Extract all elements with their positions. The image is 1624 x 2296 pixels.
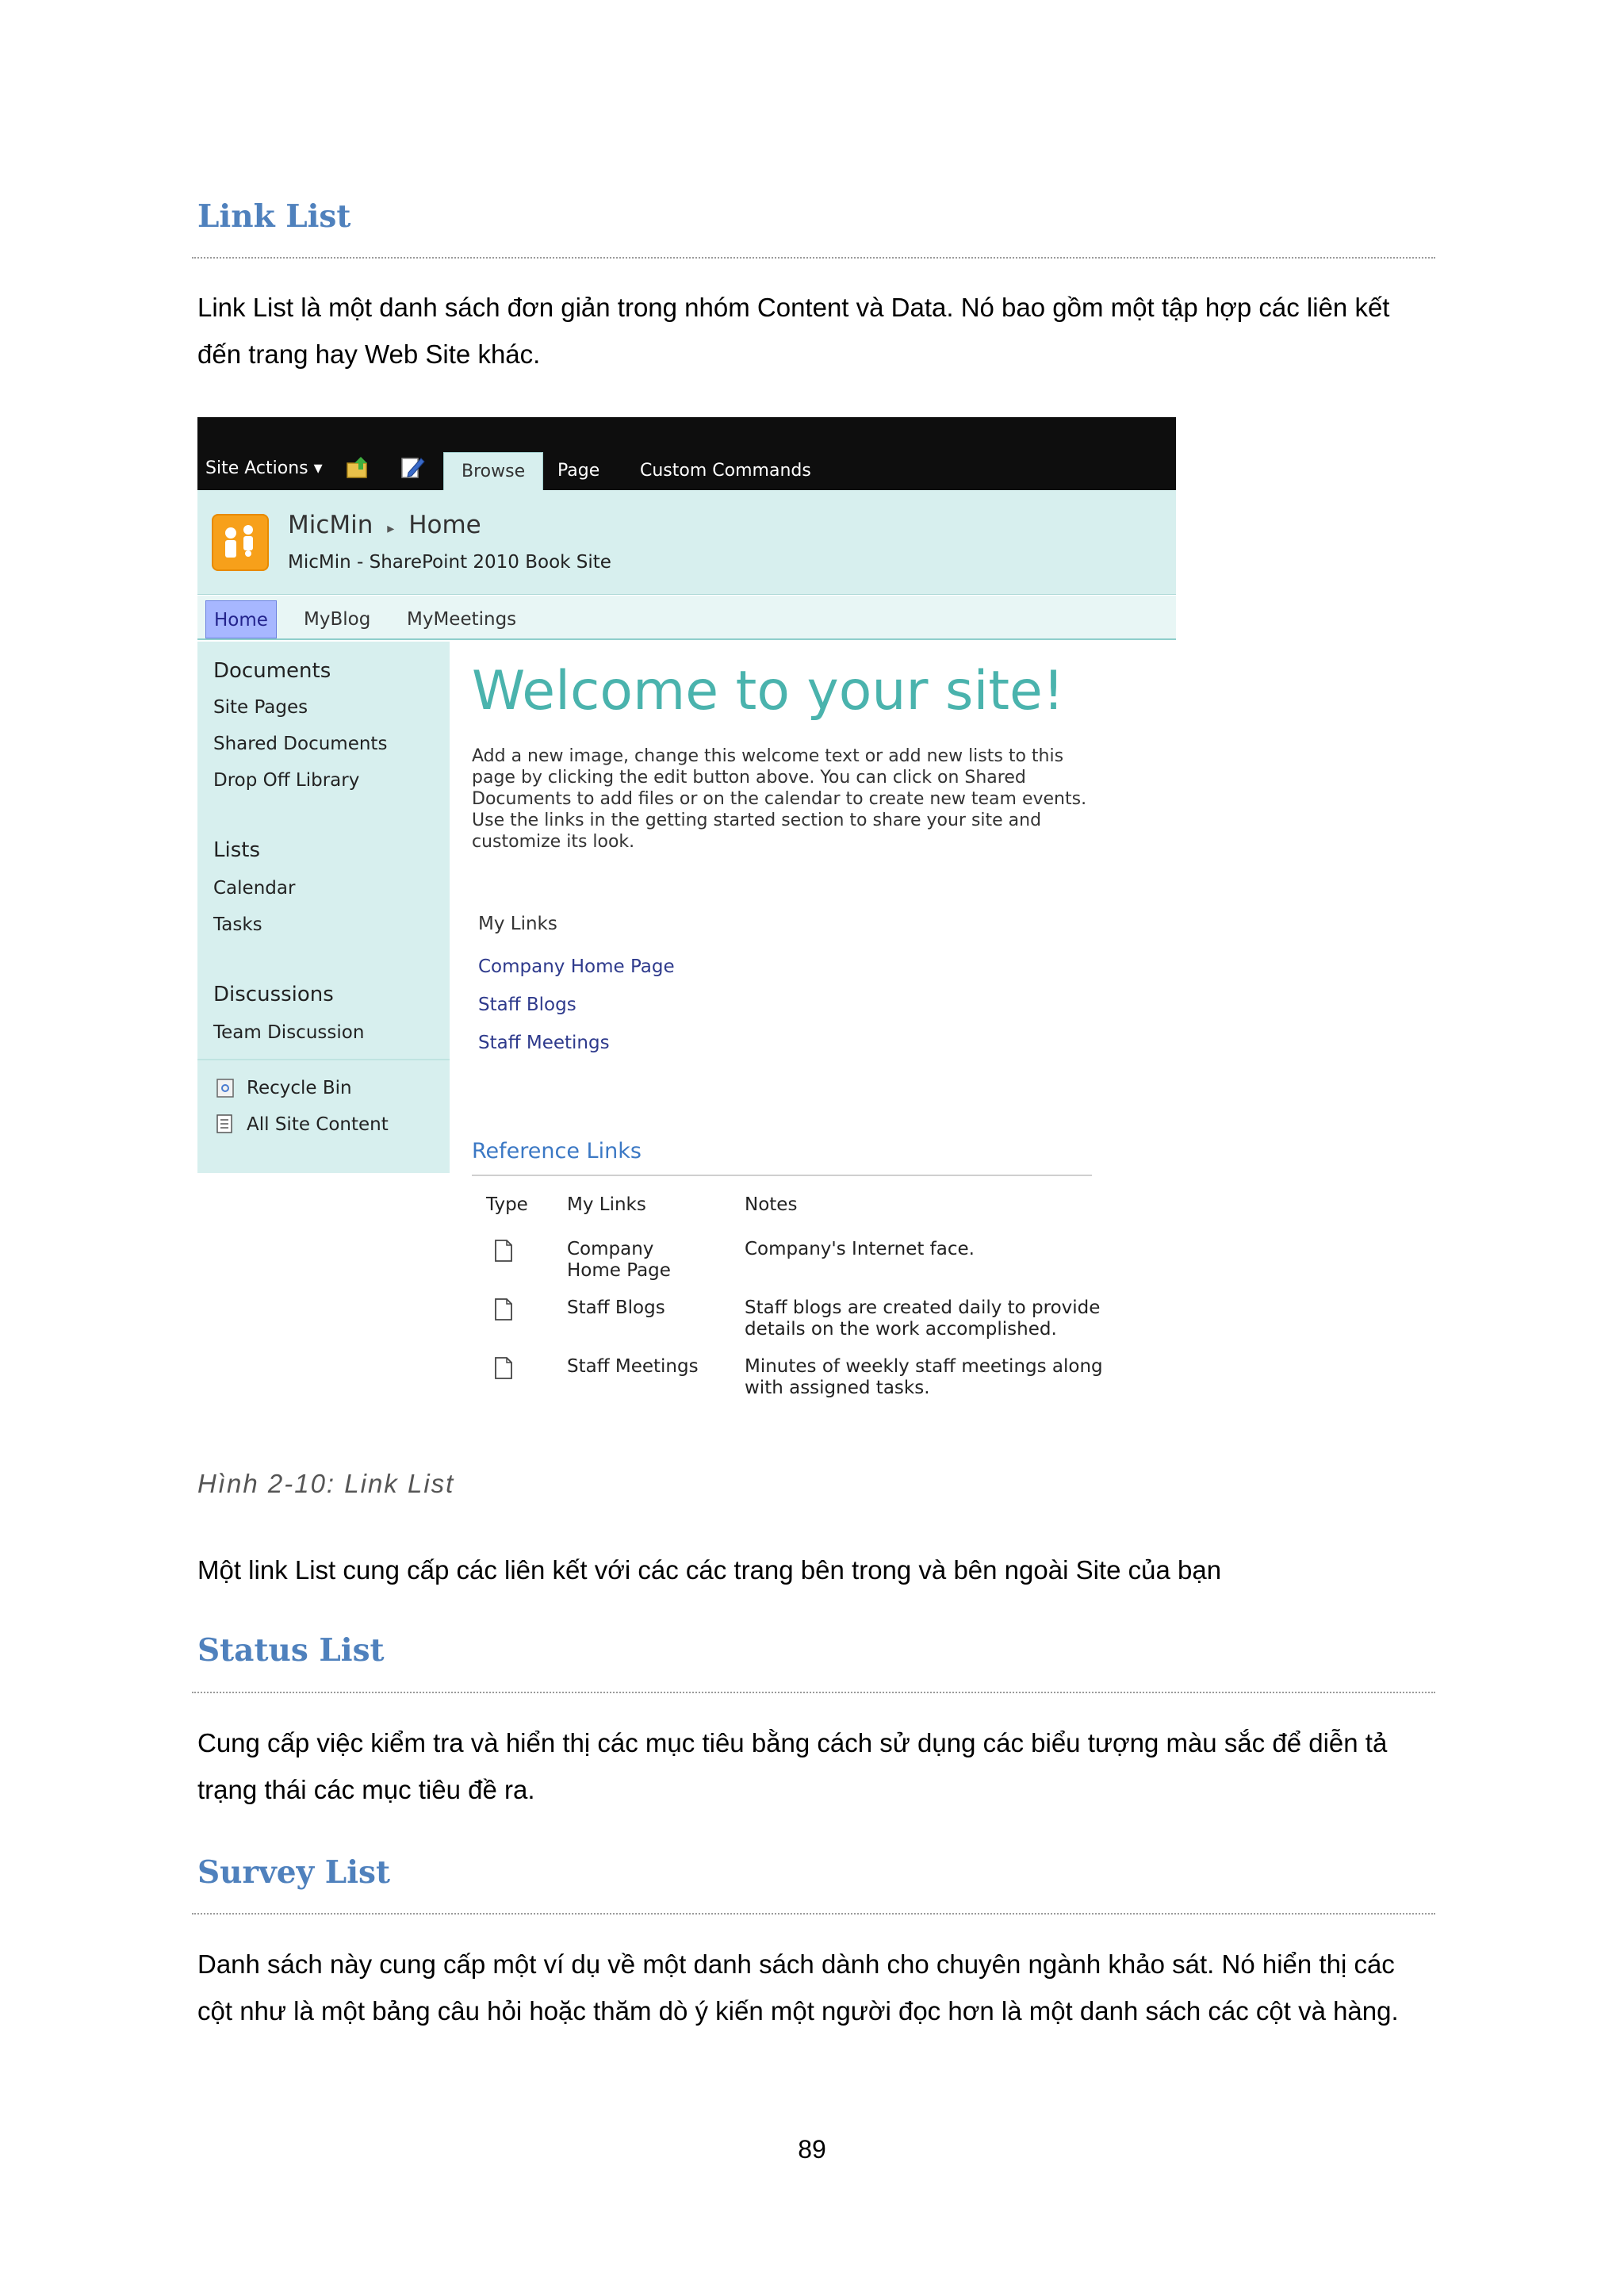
note-line: with assigned tasks.: [745, 1378, 930, 1398]
ribbon-bar: Site Actions ▾ Browse Page Custom Comman…: [197, 417, 1176, 490]
tab-page[interactable]: Page: [540, 452, 617, 490]
table-row-note: Company's Internet face.: [745, 1239, 975, 1260]
topnav-myblog[interactable]: MyBlog: [304, 600, 370, 638]
tab-browse[interactable]: Browse: [443, 452, 544, 490]
site-actions-menu[interactable]: Site Actions ▾: [205, 458, 323, 478]
quick-launch: Documents Site Pages Shared Documents Dr…: [197, 642, 450, 1173]
column-header-type[interactable]: Type: [486, 1194, 528, 1215]
recycle-bin-icon: [216, 1079, 234, 1098]
ql-heading-lists[interactable]: Lists: [213, 838, 260, 862]
welcome-line: Add a new image, change this welcome tex…: [472, 746, 1064, 766]
link-line[interactable]: Home Page: [567, 1260, 671, 1282]
figure-caption: Hình 2-10: Link List: [197, 1469, 455, 1498]
ql-item-calendar[interactable]: Calendar: [213, 878, 295, 899]
top-navigation: Home MyBlog MyMeetings: [197, 596, 1176, 640]
heading-link-list: Link List: [197, 198, 351, 235]
breadcrumb-site[interactable]: MicMin: [288, 511, 373, 539]
document-icon: [495, 1240, 512, 1262]
topnav-mymeetings[interactable]: MyMeetings: [407, 600, 516, 638]
ql-item-site-pages[interactable]: Site Pages: [213, 697, 308, 718]
sharepoint-screenshot: Site Actions ▾ Browse Page Custom Comman…: [197, 417, 1176, 1409]
reference-links-heading[interactable]: Reference Links: [472, 1139, 642, 1163]
link-line[interactable]: Staff Meetings: [567, 1356, 699, 1378]
site-description: MicMin - SharePoint 2010 Book Site: [288, 552, 611, 573]
note-line: details on the work accomplished.: [745, 1319, 1057, 1340]
breadcrumb-separator-icon: ▸: [387, 520, 395, 537]
welcome-title: Welcome to your site!: [472, 660, 1065, 723]
table-row-note: Staff blogs are created daily to provide…: [745, 1297, 1100, 1340]
column-header-my-links[interactable]: My Links: [567, 1194, 646, 1215]
heading-survey-list: Survey List: [197, 1854, 390, 1891]
table-row-note: Minutes of weekly staff meetings along w…: [745, 1356, 1103, 1399]
ql-item-all-site-content[interactable]: All Site Content: [247, 1114, 389, 1135]
column-header-notes[interactable]: Notes: [745, 1194, 797, 1215]
table-row-link[interactable]: Company Home Page: [567, 1239, 671, 1282]
note-line: Company's Internet face.: [745, 1239, 975, 1259]
section-divider: [192, 257, 1435, 259]
paragraph-status-list: Cung cấp việc kiểm tra và hiển thị các m…: [197, 1728, 1388, 1804]
link-company-home-page[interactable]: Company Home Page: [478, 956, 675, 977]
breadcrumb: MicMin ▸ Home: [288, 511, 481, 539]
ql-item-recycle-bin[interactable]: Recycle Bin: [247, 1078, 352, 1098]
ql-heading-documents[interactable]: Documents: [213, 659, 331, 683]
document-icon: [495, 1298, 512, 1320]
note-line: Staff blogs are created daily to provide: [745, 1297, 1101, 1318]
navigate-up-icon[interactable]: [345, 454, 372, 481]
welcome-line: page by clicking the edit button above. …: [472, 768, 1026, 788]
ql-heading-discussions[interactable]: Discussions: [213, 983, 334, 1006]
paragraph-link-list: Link List là một danh sách đơn giản tron…: [197, 293, 1390, 369]
site-logo: [212, 514, 269, 571]
paragraph-survey-list: Danh sách này cung cấp một ví dụ về một …: [197, 1949, 1399, 2026]
welcome-line: Documents to add files or on the calenda…: [472, 789, 1087, 809]
all-site-content-icon: [216, 1114, 232, 1133]
ql-item-shared-documents[interactable]: Shared Documents: [213, 734, 387, 754]
welcome-line: customize its look.: [472, 832, 635, 852]
table-row-link[interactable]: Staff Blogs: [567, 1297, 665, 1319]
welcome-line: Use the links in the getting started sec…: [472, 811, 1042, 830]
ql-item-team-discussion[interactable]: Team Discussion: [213, 1022, 364, 1043]
note-line: Minutes of weekly staff meetings along: [745, 1356, 1103, 1377]
page-number: 89: [798, 2135, 826, 2164]
heading-status-list: Status List: [197, 1632, 385, 1669]
edit-page-icon[interactable]: [399, 454, 426, 481]
table-row-link[interactable]: Staff Meetings: [567, 1356, 699, 1378]
breadcrumb-page: Home: [408, 511, 481, 539]
welcome-text: Add a new image, change this welcome tex…: [472, 746, 1122, 853]
ql-item-drop-off-library[interactable]: Drop Off Library: [213, 770, 359, 791]
people-icon: [225, 525, 253, 558]
link-line[interactable]: Staff Blogs: [567, 1297, 665, 1319]
title-area: MicMin ▸ Home MicMin - SharePoint 2010 B…: [197, 490, 1176, 595]
ql-divider: [197, 1059, 450, 1060]
link-line[interactable]: Company: [567, 1239, 671, 1260]
section-divider: [192, 1692, 1435, 1693]
paragraph-after-caption: Một link List cung cấp các liên kết với …: [197, 1555, 1222, 1585]
section-divider: [192, 1913, 1435, 1915]
document-icon: [495, 1357, 512, 1379]
tab-custom-commands[interactable]: Custom Commands: [622, 452, 829, 490]
link-staff-meetings[interactable]: Staff Meetings: [478, 1033, 610, 1053]
topnav-home[interactable]: Home: [205, 600, 277, 638]
link-staff-blogs[interactable]: Staff Blogs: [478, 995, 576, 1015]
my-links-heading: My Links: [478, 914, 557, 934]
ql-item-tasks[interactable]: Tasks: [213, 914, 262, 935]
reference-links-divider: [472, 1175, 1092, 1176]
